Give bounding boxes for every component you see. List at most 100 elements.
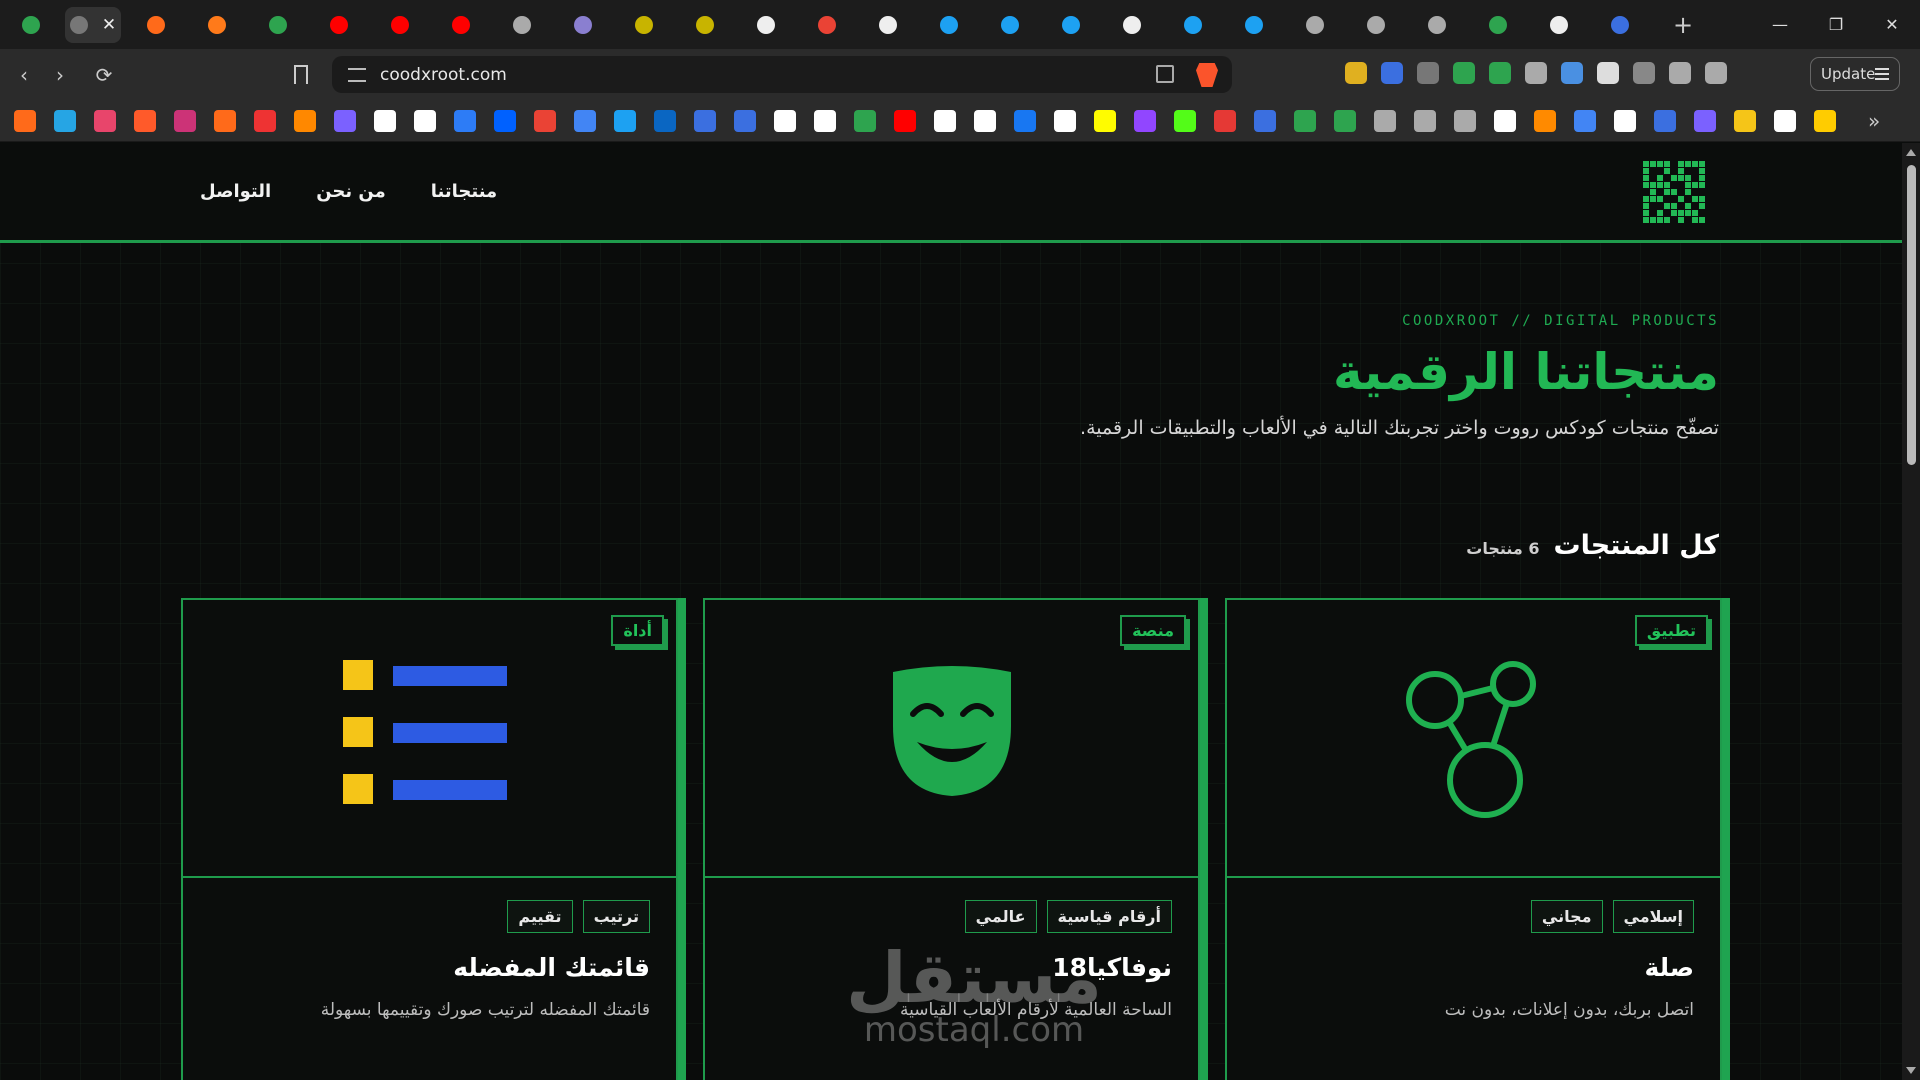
close-window-button[interactable]: ✕ xyxy=(1864,0,1920,49)
bookmark-icon[interactable] xyxy=(654,109,676,132)
minimize-button[interactable]: — xyxy=(1752,0,1808,49)
reload-button[interactable]: ⟳ xyxy=(86,57,122,93)
bookmark-icon[interactable] xyxy=(1814,109,1836,132)
browser-tab[interactable] xyxy=(918,7,979,43)
bookmark-icon[interactable] xyxy=(214,109,236,132)
site-settings-icon[interactable] xyxy=(348,67,366,82)
bookmark-icon[interactable] xyxy=(574,109,596,132)
extension-icon[interactable] xyxy=(1597,62,1619,84)
share-icon[interactable] xyxy=(1156,65,1174,83)
browser-tab[interactable] xyxy=(125,7,186,43)
update-button[interactable]: Update xyxy=(1810,57,1900,91)
scroll-up-icon[interactable] xyxy=(1906,149,1916,156)
bookmark-icon[interactable] xyxy=(334,109,356,132)
bookmark-icon[interactable] xyxy=(614,109,636,132)
browser-tab[interactable] xyxy=(430,7,491,43)
browser-tab[interactable] xyxy=(1528,7,1589,43)
bookmark-icon[interactable] xyxy=(54,109,76,132)
bookmark-icon[interactable] xyxy=(1374,109,1396,132)
bookmark-icon[interactable] xyxy=(254,109,276,132)
bookmarks-overflow-button[interactable]: » xyxy=(1868,109,1880,133)
bookmark-icon[interactable] xyxy=(1534,109,1556,132)
bookmark-icon[interactable] xyxy=(1214,109,1236,132)
bookmark-page-icon[interactable] xyxy=(294,65,308,84)
browser-tab[interactable] xyxy=(674,7,735,43)
extension-icon[interactable] xyxy=(1561,62,1583,84)
bookmark-icon[interactable] xyxy=(94,109,116,132)
bookmark-icon[interactable] xyxy=(974,109,996,132)
browser-tab[interactable] xyxy=(613,7,674,43)
extension-icon[interactable] xyxy=(1417,62,1439,84)
bookmark-icon[interactable] xyxy=(814,109,836,132)
product-card[interactable]: تطبيق إسلامي مجاني صلة اتصل بربك، بدون إ… xyxy=(1225,598,1722,1080)
forward-button[interactable]: › xyxy=(42,57,78,93)
bookmark-icon[interactable] xyxy=(1094,109,1116,132)
bookmark-icon[interactable] xyxy=(1254,109,1276,132)
browser-tab[interactable] xyxy=(1467,7,1528,43)
browser-tab[interactable] xyxy=(369,7,430,43)
bookmark-icon[interactable] xyxy=(1654,109,1676,132)
bookmark-icon[interactable] xyxy=(1614,109,1636,132)
bookmark-icon[interactable] xyxy=(1134,109,1156,132)
bookmark-icon[interactable] xyxy=(1054,109,1076,132)
browser-tab[interactable] xyxy=(186,7,247,43)
browser-tab[interactable] xyxy=(735,7,796,43)
bookmark-icon[interactable] xyxy=(694,109,716,132)
extension-icon[interactable] xyxy=(1669,62,1691,84)
extension-icon[interactable] xyxy=(1453,62,1475,84)
product-card[interactable]: منصة أرقام قياسية عالمي نوفاكيا18 الساحة… xyxy=(703,598,1200,1080)
back-button[interactable]: ‹ xyxy=(6,57,42,93)
bookmark-icon[interactable] xyxy=(374,109,396,132)
browser-tab[interactable] xyxy=(1406,7,1467,43)
browser-tab[interactable] xyxy=(0,7,61,43)
bookmark-icon[interactable] xyxy=(1574,109,1596,132)
nav-products-link[interactable]: منتجاتنا xyxy=(431,181,497,202)
extension-icon[interactable] xyxy=(1525,62,1547,84)
extension-icon[interactable] xyxy=(1345,62,1367,84)
bookmark-icon[interactable] xyxy=(1454,109,1476,132)
browser-tab[interactable] xyxy=(1223,7,1284,43)
browser-tab[interactable] xyxy=(1345,7,1406,43)
bookmark-icon[interactable] xyxy=(1294,109,1316,132)
bookmark-icon[interactable] xyxy=(534,109,556,132)
browser-tab[interactable] xyxy=(1284,7,1345,43)
extension-icon[interactable] xyxy=(1705,62,1727,84)
bookmark-icon[interactable] xyxy=(14,109,36,132)
browser-tab[interactable] xyxy=(1101,7,1162,43)
bookmark-icon[interactable] xyxy=(174,109,196,132)
bookmark-icon[interactable] xyxy=(734,109,756,132)
scroll-down-icon[interactable] xyxy=(1906,1067,1916,1074)
browser-tab[interactable] xyxy=(857,7,918,43)
bookmark-icon[interactable] xyxy=(134,109,156,132)
brave-shields-icon[interactable] xyxy=(1196,63,1218,87)
browser-tab[interactable] xyxy=(1040,7,1101,43)
bookmark-icon[interactable] xyxy=(774,109,796,132)
bookmark-icon[interactable] xyxy=(1334,109,1356,132)
browser-tab[interactable] xyxy=(247,7,308,43)
bookmark-icon[interactable] xyxy=(1494,109,1516,132)
browser-tab[interactable] xyxy=(796,7,857,43)
browser-tab[interactable] xyxy=(1589,7,1650,43)
restore-button[interactable]: ❐ xyxy=(1808,0,1864,49)
product-title[interactable]: صلة xyxy=(1253,953,1694,982)
product-title[interactable]: قائمتك المفضله xyxy=(209,953,650,982)
bookmark-icon[interactable] xyxy=(1174,109,1196,132)
product-title[interactable]: نوفاكيا18 xyxy=(731,953,1172,982)
browser-tab[interactable] xyxy=(1162,7,1223,43)
browser-tab[interactable]: ✕ xyxy=(65,6,121,43)
nav-contact-link[interactable]: التواصل xyxy=(200,181,271,202)
address-bar[interactable]: coodxroot.com xyxy=(332,56,1232,93)
bookmark-icon[interactable] xyxy=(1774,109,1796,132)
qr-logo-icon[interactable] xyxy=(1643,161,1705,223)
extension-icon[interactable] xyxy=(1489,62,1511,84)
bookmark-icon[interactable] xyxy=(454,109,476,132)
browser-tab[interactable] xyxy=(552,7,613,43)
product-card[interactable]: أداة ترتيب تقييم قائمتك المفضله قائمتك ا… xyxy=(181,598,678,1080)
bookmark-icon[interactable] xyxy=(1014,109,1036,132)
page-scrollbar[interactable] xyxy=(1902,143,1920,1080)
new-tab-button[interactable]: + xyxy=(1668,11,1698,39)
close-tab-icon[interactable]: ✕ xyxy=(102,15,116,35)
bookmark-icon[interactable] xyxy=(294,109,316,132)
scroll-thumb[interactable] xyxy=(1907,165,1916,465)
bookmark-icon[interactable] xyxy=(894,109,916,132)
